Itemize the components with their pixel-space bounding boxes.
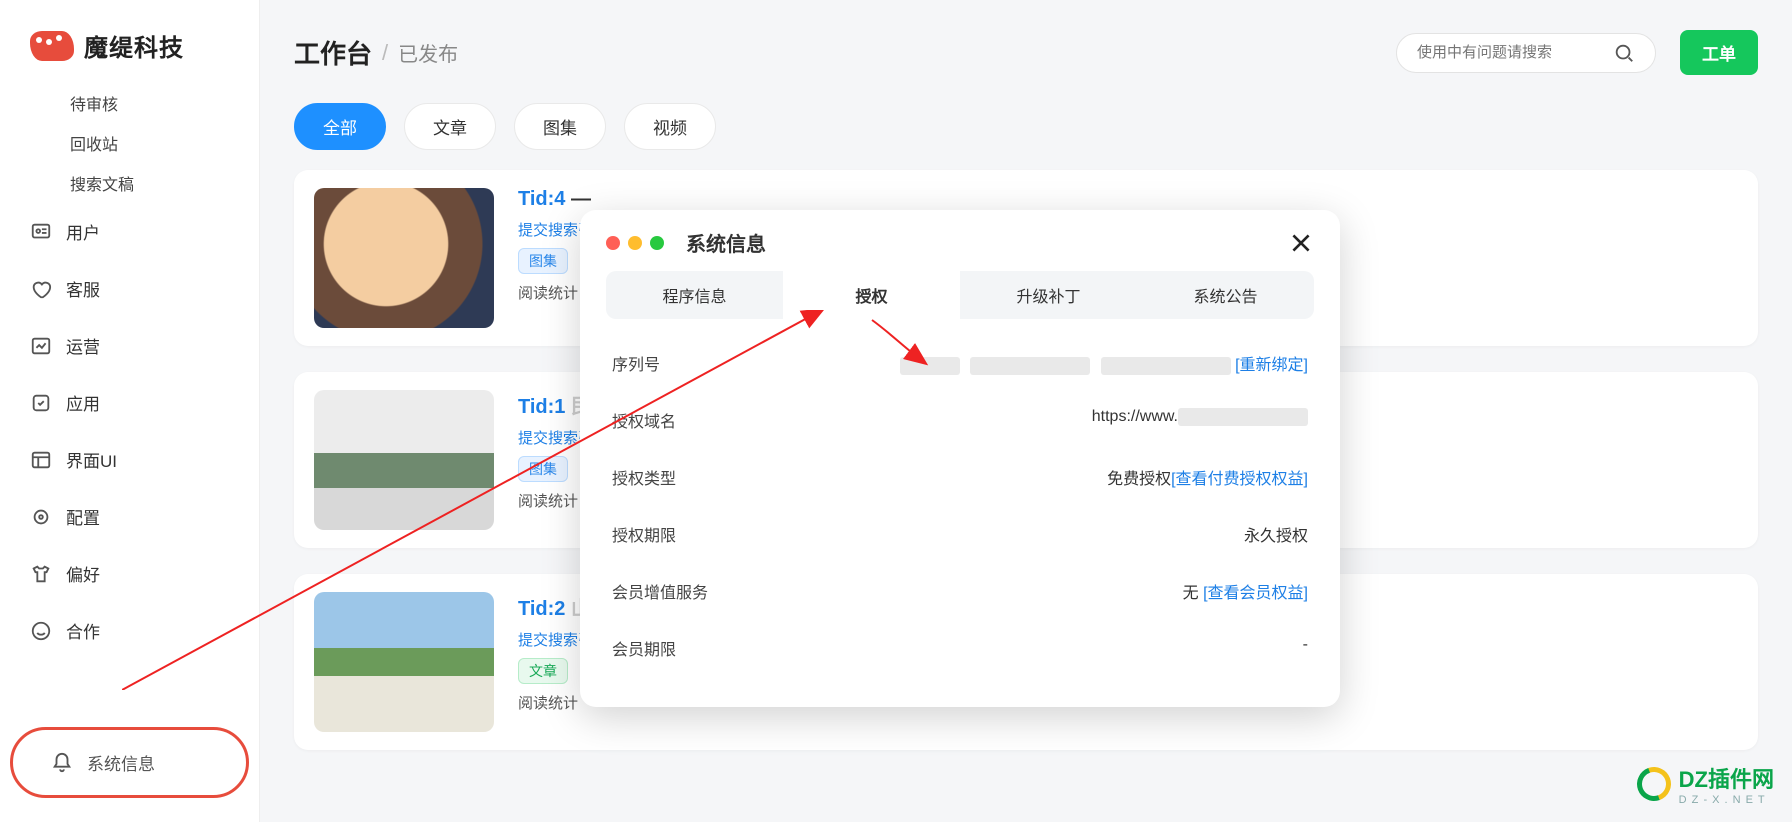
close-icon[interactable] [1288, 230, 1314, 256]
filter-article[interactable]: 文章 [404, 103, 496, 150]
row-vas: 会员增值服务 无 [查看会员权益] [612, 563, 1308, 620]
brand: 魔缇科技 [0, 0, 259, 83]
search-box[interactable] [1396, 33, 1656, 73]
search-icon[interactable] [1613, 42, 1635, 64]
breadcrumb-current: 已发布 [398, 38, 458, 67]
filter-tabs: 全部 文章 图集 视频 [260, 93, 1792, 170]
tab-program-info[interactable]: 程序信息 [606, 271, 783, 319]
traffic-max-icon[interactable] [650, 236, 664, 250]
watermark: DZ插件网 D Z - X . N E T [1637, 762, 1774, 806]
sidebar-sub-pending[interactable]: 待审核 [0, 83, 259, 123]
modal-tabs: 程序信息 授权 升级补丁 系统公告 [606, 271, 1314, 319]
sidebar-item-label: 配置 [66, 504, 100, 529]
sidebar-item-support[interactable]: 客服 [0, 260, 259, 317]
thumbnail [314, 188, 494, 328]
sidebar-item-label: 偏好 [66, 561, 100, 586]
watermark-text: DZ插件网 [1679, 767, 1774, 792]
filter-gallery[interactable]: 图集 [514, 103, 606, 150]
tab-announcement[interactable]: 系统公告 [1137, 271, 1314, 319]
layout-icon [30, 449, 52, 471]
watermark-sub: D Z - X . N E T [1679, 794, 1774, 806]
bell-icon [51, 752, 73, 774]
row-label: 授权期限 [612, 522, 782, 546]
sidebar-item-user[interactable]: 用户 [0, 203, 259, 260]
type-badge: 文章 [518, 658, 568, 684]
traffic-min-icon[interactable] [628, 236, 642, 250]
modal-rows: 序列号 [重新绑定] 授权域名 https://www. 授权类型 免费授权[查… [606, 319, 1314, 677]
breadcrumb-sep: / [382, 40, 388, 66]
watermark-logo-icon [1631, 761, 1676, 806]
shirt-icon [30, 563, 52, 585]
rebind-link[interactable]: [重新绑定] [1235, 357, 1308, 374]
sidebar-item-operate[interactable]: 运营 [0, 317, 259, 374]
sidebar-sub-search-draft[interactable]: 搜索文稿 [0, 163, 259, 203]
sidebar-item-label: 应用 [66, 390, 100, 415]
ticket-button[interactable]: 工单 [1680, 30, 1758, 75]
redacted-text [970, 357, 1090, 375]
filter-video[interactable]: 视频 [624, 103, 716, 150]
row-value: - [782, 636, 1308, 660]
redacted-text [1101, 357, 1231, 375]
row-label: 会员增值服务 [612, 579, 782, 603]
card-title: Tid:4 — [518, 188, 593, 211]
sidebar-item-pref[interactable]: 偏好 [0, 545, 259, 602]
sidebar-item-label: 客服 [66, 276, 100, 301]
type-badge: 图集 [518, 456, 568, 482]
sidebar-item-label: 运营 [66, 333, 100, 358]
row-value: 无 [查看会员权益] [782, 579, 1308, 603]
sidebar-system-info[interactable]: 系统信息 [21, 730, 238, 795]
view-paid-link[interactable]: [查看付费授权权益] [1171, 471, 1308, 488]
sidebar: 魔缇科技 待审核 回收站 搜索文稿 用户 客服 运营 应用 [0, 0, 260, 822]
row-member-expire: 会员期限 - [612, 620, 1308, 677]
sidebar-item-label: 合作 [66, 618, 100, 643]
row-label: 授权类型 [612, 465, 782, 489]
sidebar-item-coop[interactable]: 合作 [0, 602, 259, 659]
tab-upgrade[interactable]: 升级补丁 [960, 271, 1137, 319]
nav: 待审核 回收站 搜索文稿 用户 客服 运营 应用 界面UI [0, 83, 259, 727]
domain-prefix: https://www. [1092, 408, 1178, 425]
chart-icon [30, 335, 52, 357]
row-domain: 授权域名 https://www. [612, 392, 1308, 449]
tab-license[interactable]: 授权 [783, 271, 960, 319]
sidebar-item-label: 界面UI [66, 447, 117, 472]
gear-icon [30, 506, 52, 528]
handshake-icon [30, 620, 52, 642]
sidebar-item-config[interactable]: 配置 [0, 488, 259, 545]
sidebar-footer-label: 系统信息 [87, 750, 155, 775]
row-label: 会员期限 [612, 636, 782, 660]
brand-logo-icon [30, 31, 74, 61]
brand-name: 魔缇科技 [84, 28, 184, 63]
row-value: [重新绑定] [782, 351, 1308, 375]
search-input[interactable] [1417, 44, 1613, 61]
app-icon [30, 392, 52, 414]
thumbnail [314, 592, 494, 732]
view-member-link[interactable]: [查看会员权益] [1203, 585, 1308, 602]
row-label: 授权域名 [612, 408, 782, 432]
sidebar-item-app[interactable]: 应用 [0, 374, 259, 431]
row-serial: 序列号 [重新绑定] [612, 335, 1308, 392]
row-label: 序列号 [612, 351, 782, 375]
row-value: https://www. [782, 408, 1308, 432]
topbar: 工作台 / 已发布 工单 [260, 0, 1792, 93]
row-license-expire: 授权期限 永久授权 [612, 506, 1308, 563]
modal-title: 系统信息 [686, 228, 766, 257]
filter-all[interactable]: 全部 [294, 103, 386, 150]
sidebar-footer-highlight: 系统信息 [10, 727, 249, 798]
system-info-modal: 系统信息 程序信息 授权 升级补丁 系统公告 序列号 [重新绑定] 授权域名 h… [580, 210, 1340, 707]
row-value: 永久授权 [782, 522, 1308, 546]
redacted-text [900, 357, 960, 375]
sidebar-sub-recycle[interactable]: 回收站 [0, 123, 259, 163]
row-license-type: 授权类型 免费授权[查看付费授权权益] [612, 449, 1308, 506]
row-value: 免费授权[查看付费授权权益] [782, 465, 1308, 489]
sidebar-item-label: 用户 [66, 219, 100, 244]
heart-icon [30, 278, 52, 300]
redacted-text [1178, 408, 1308, 426]
page-title: 工作台 [294, 34, 372, 71]
sidebar-item-ui[interactable]: 界面UI [0, 431, 259, 488]
user-icon [30, 221, 52, 243]
thumbnail [314, 390, 494, 530]
traffic-lights[interactable] [606, 236, 664, 250]
type-badge: 图集 [518, 248, 568, 274]
traffic-close-icon[interactable] [606, 236, 620, 250]
